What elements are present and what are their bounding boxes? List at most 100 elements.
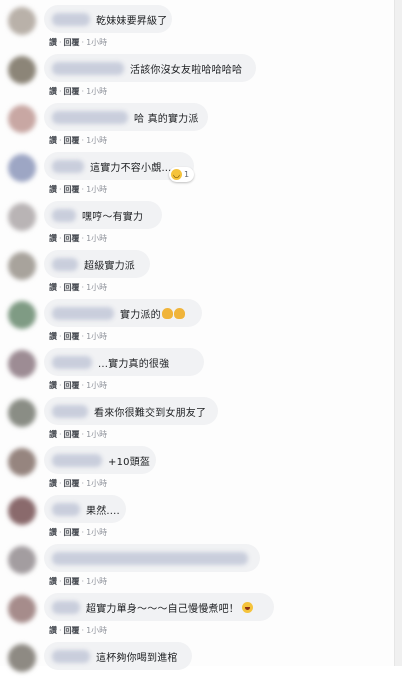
reply-link[interactable]: 回覆 [64,381,80,390]
avatar[interactable] [8,252,36,280]
separator-dot: · [59,332,62,341]
separator-dot: · [81,626,85,635]
reply-link[interactable]: 回覆 [64,430,80,439]
comment-list: 乾妹妹要昇級了 讚 · 回覆 · 1小時 活該你沒女友啦哈哈哈哈 讚 · 回覆 · 1小時 哈 … [0,0,395,672]
commenter-name[interactable] [52,208,76,222]
like-link[interactable]: 讚 [49,626,57,635]
separator-dot: · [81,577,85,586]
reply-link[interactable]: 回覆 [64,38,80,47]
avatar[interactable] [8,350,36,378]
reply-link[interactable]: 回覆 [64,283,80,292]
thumbs-up-icon [161,307,173,319]
comment-text: 活該你沒女友啦哈哈哈哈 [130,64,243,76]
like-link[interactable]: 讚 [49,38,57,47]
like-link[interactable]: 讚 [49,234,57,243]
like-link[interactable]: 讚 [49,332,57,341]
reply-link[interactable]: 回覆 [64,185,80,194]
comment-item: 這實力不容小覷…… ◡ 1 讚 · 回覆 · 1小時 [0,149,395,198]
comment-bubble: 實力派的 [44,299,202,327]
commenter-name[interactable] [52,306,114,320]
commenter-name[interactable] [52,453,102,467]
comment-item: +10頭盔 讚 · 回覆 · 1小時 [0,443,395,492]
reply-link[interactable]: 回覆 [64,136,80,145]
timestamp[interactable]: 1小時 [86,430,107,439]
commenter-name[interactable] [52,502,80,516]
like-link[interactable]: 讚 [49,479,57,488]
avatar[interactable] [8,546,36,574]
like-link[interactable]: 讚 [49,87,57,96]
avatar[interactable] [8,595,36,623]
separator-dot: · [81,479,85,488]
timestamp[interactable]: 1小時 [86,38,107,47]
avatar[interactable] [8,56,36,84]
timestamp[interactable]: 1小時 [86,283,107,292]
reply-link[interactable]: 回覆 [64,528,80,537]
comment-item: 超級實力派 讚 · 回覆 · 1小時 [0,247,395,296]
comment-item: ...實力真的很強 讚 · 回覆 · 1小時 [0,345,395,394]
commenter-name[interactable] [52,257,78,271]
commenter-name[interactable] [52,600,80,614]
commenter-name[interactable] [52,61,124,75]
timestamp[interactable]: 1小時 [86,185,107,194]
thumbs-up-icon [173,307,185,319]
comment-bubble: 活該你沒女友啦哈哈哈哈 [44,54,256,82]
like-link[interactable]: 讚 [49,283,57,292]
avatar[interactable] [8,7,36,35]
timestamp[interactable]: 1小時 [86,528,107,537]
avatar[interactable] [8,203,36,231]
comment-actions: 讚 · 回覆 · 1小時 [49,429,107,440]
comment-item: 哈 真的實力派 讚 · 回覆 · 1小時 [0,100,395,149]
timestamp[interactable]: 1小時 [86,332,107,341]
avatar[interactable] [8,399,36,427]
comment-actions: 讚 · 回覆 · 1小時 [49,233,107,244]
laughing-emoji-icon [242,601,253,613]
comment-item: 嘿哼～有實力 讚 · 回覆 · 1小時 [0,198,395,247]
avatar[interactable] [8,301,36,329]
commenter-name[interactable] [52,649,90,663]
avatar[interactable] [8,644,36,672]
reply-link[interactable]: 回覆 [64,626,80,635]
avatar[interactable] [8,497,36,525]
comment-actions: 讚 · 回覆 · 1小時 [49,380,107,391]
like-link[interactable]: 讚 [49,430,57,439]
separator-dot: · [81,38,85,47]
commenter-name[interactable] [52,404,88,418]
comment-text: 超級實力派 [84,260,135,272]
separator-dot: · [59,479,62,488]
commenter-name[interactable] [52,12,90,26]
timestamp[interactable]: 1小時 [86,577,107,586]
like-link[interactable]: 讚 [49,381,57,390]
separator-dot: · [59,577,62,586]
comment-text: +10頭盔 [108,456,151,468]
separator-dot: · [81,528,85,537]
timestamp[interactable]: 1小時 [86,626,107,635]
timestamp[interactable]: 1小時 [86,234,107,243]
reply-link[interactable]: 回覆 [64,234,80,243]
comment-item: 果然.... 讚 · 回覆 · 1小時 [0,492,395,541]
timestamp[interactable]: 1小時 [86,87,107,96]
reaction-badge[interactable]: ◡ 1 [169,167,195,182]
comment-item: 乾妹妹要昇級了 讚 · 回覆 · 1小時 [0,2,395,51]
timestamp[interactable]: 1小時 [86,381,107,390]
avatar[interactable] [8,154,36,182]
like-link[interactable]: 讚 [49,577,57,586]
reply-link[interactable]: 回覆 [64,577,80,586]
comment-text: 乾妹妹要昇級了 [96,15,168,27]
commenter-name[interactable] [52,110,128,124]
comment-bubble: 果然.... [44,495,126,523]
like-link[interactable]: 讚 [49,528,57,537]
timestamp[interactable]: 1小時 [86,479,107,488]
reply-link[interactable]: 回覆 [64,87,80,96]
comment-item: 讚 · 回覆 · 1小時 [0,541,395,590]
commenter-name[interactable] [52,355,92,369]
avatar[interactable] [8,448,36,476]
avatar[interactable] [8,105,36,133]
timestamp[interactable]: 1小時 [86,136,107,145]
scrollbar[interactable] [394,0,402,666]
reply-link[interactable]: 回覆 [64,332,80,341]
commenter-name[interactable] [52,551,248,565]
like-link[interactable]: 讚 [49,185,57,194]
commenter-name[interactable] [52,159,84,173]
like-link[interactable]: 讚 [49,136,57,145]
reply-link[interactable]: 回覆 [64,479,80,488]
